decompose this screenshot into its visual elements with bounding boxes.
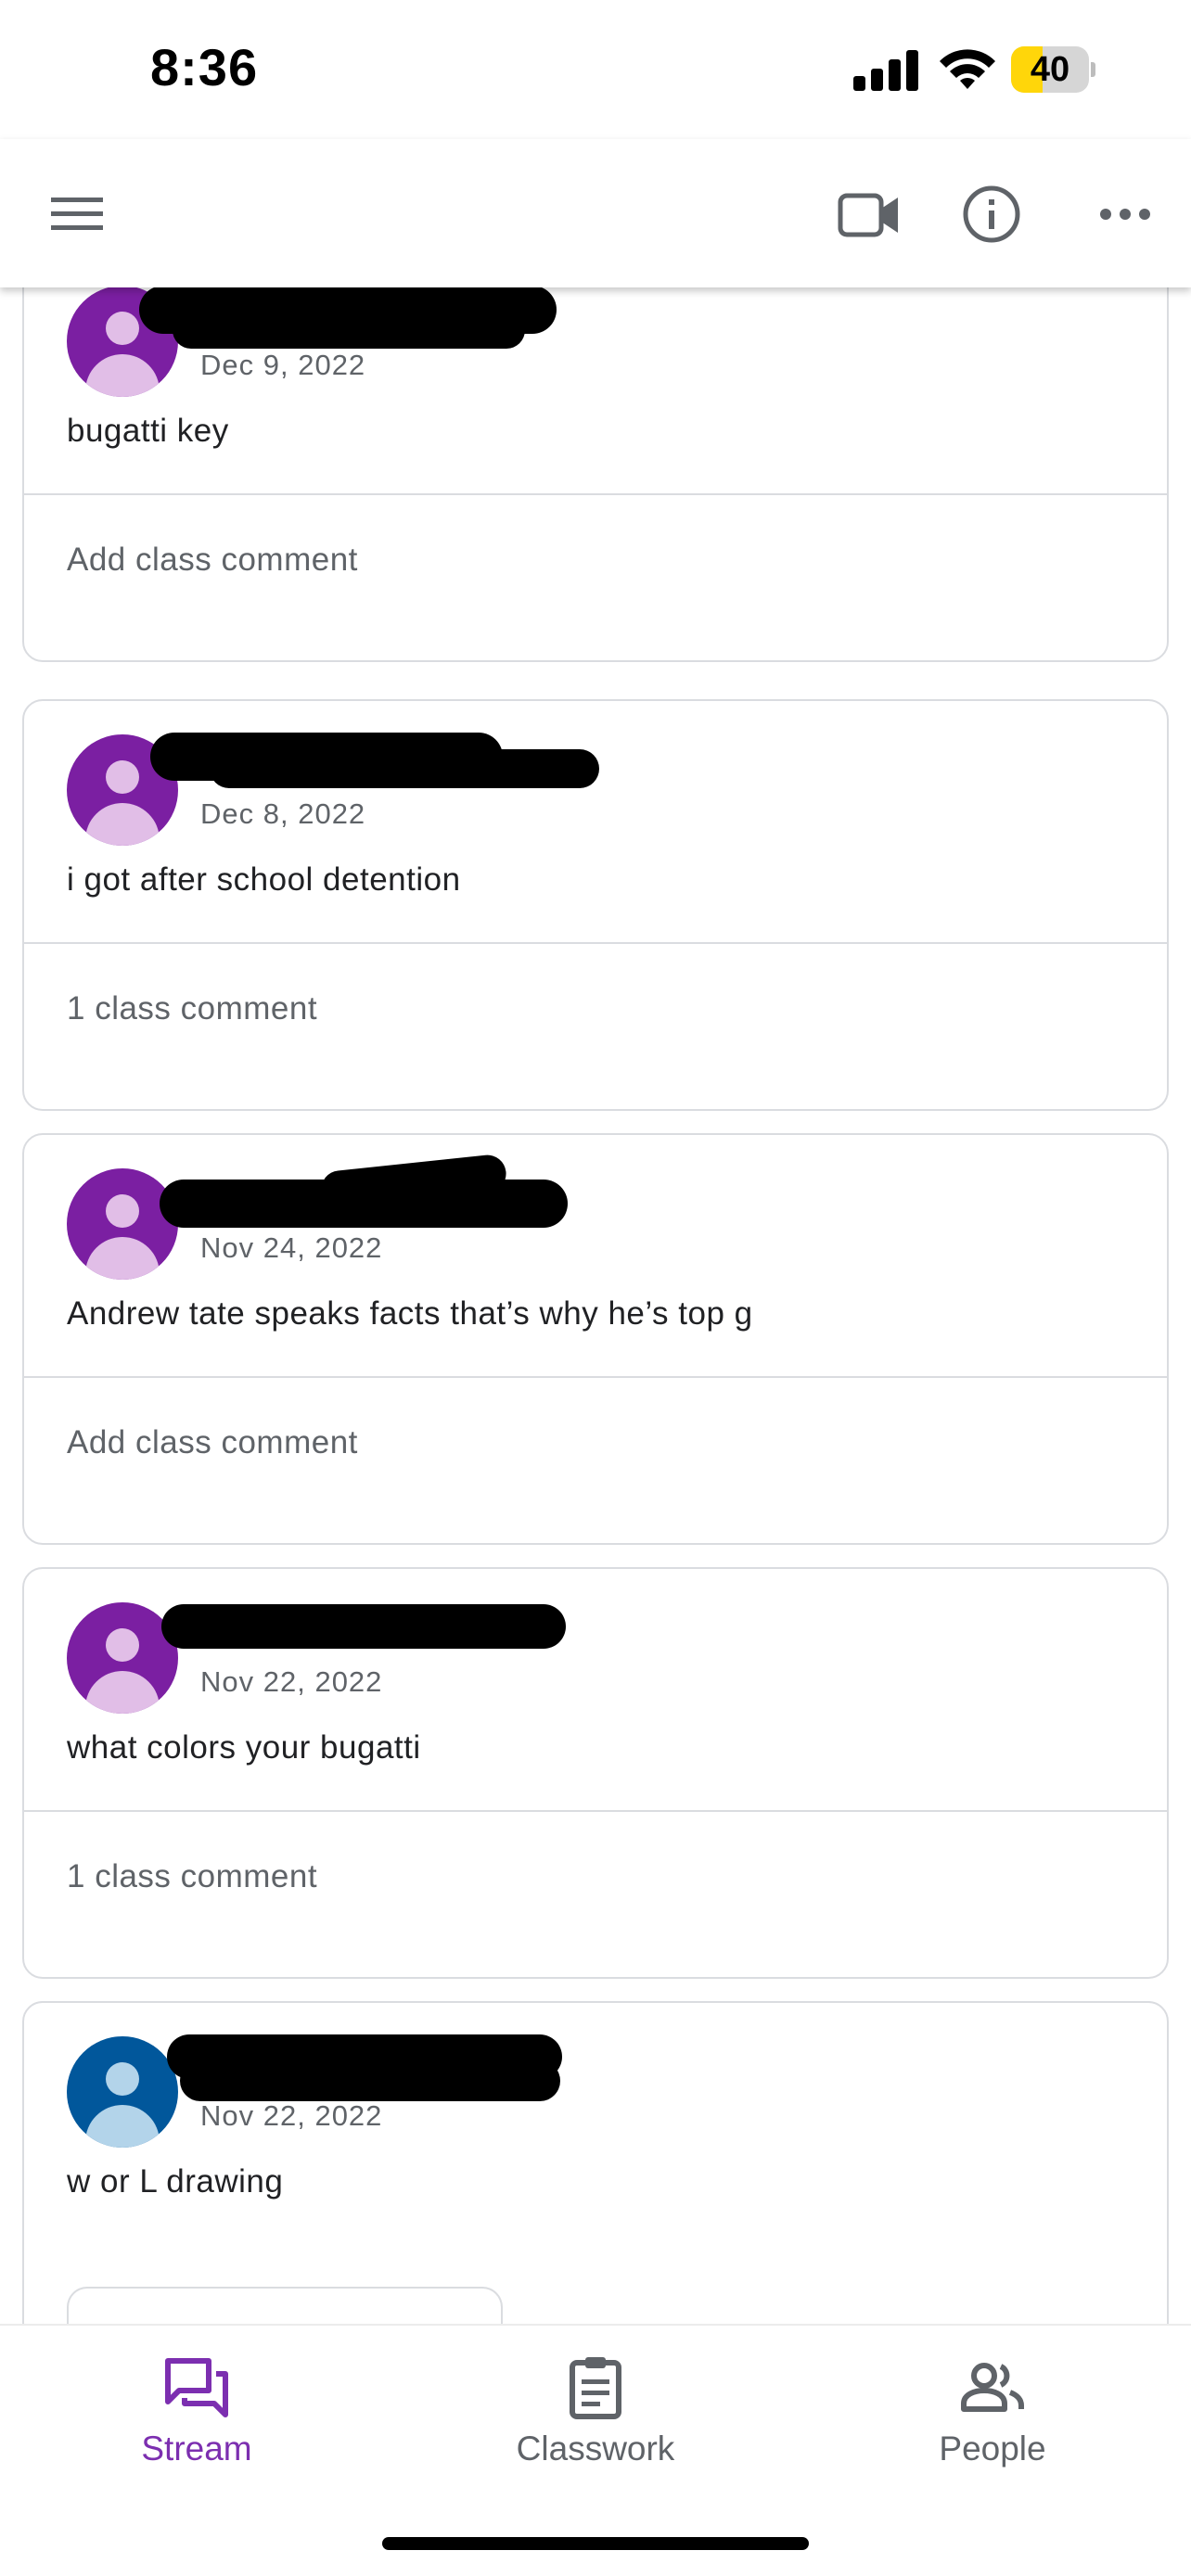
class-comments-link[interactable]: 1 class comment [24,942,1167,1074]
avatar[interactable] [67,1602,178,1714]
post-text: i got after school detention [67,861,461,898]
avatar[interactable] [67,2036,178,2148]
post-text: bugatti key [67,413,229,449]
stream-post[interactable]: Nov 22, 2022 what colors your bugatti 1 … [22,1567,1169,1979]
redaction-mark [210,749,599,788]
post-date: Nov 22, 2022 [200,2099,383,2132]
more-horizontal-icon[interactable] [1091,180,1159,249]
tab-classwork-label: Classwork [516,2429,675,2468]
video-camera-icon[interactable] [835,180,903,249]
post-date: Nov 24, 2022 [200,1231,383,1264]
redaction-mark [173,312,525,349]
class-comments-link[interactable]: 1 class comment [24,1810,1167,1942]
avatar[interactable] [67,1168,178,1280]
add-class-comment-button[interactable]: Add class comment [24,1376,1167,1508]
cellular-signal-icon [853,48,920,91]
attachment-card[interactable] [67,2287,503,2326]
clipboard-icon [570,2357,621,2419]
people-icon [961,2363,1024,2412]
stream-icon [165,2358,228,2417]
post-text: what colors your bugatti [67,1729,421,1766]
post-date: Dec 9, 2022 [200,349,366,381]
tab-people[interactable]: People [853,2353,1132,2468]
post-date: Dec 8, 2022 [200,797,366,830]
stream-post[interactable]: Nov 24, 2022 Andrew tate speaks facts th… [22,1133,1169,1545]
stream-post[interactable]: Nov 22, 2022 w or L drawing [22,2001,1169,2326]
tab-people-label: People [939,2429,1046,2468]
info-icon[interactable] [957,180,1026,249]
post-date: Nov 22, 2022 [200,1665,383,1698]
redaction-mark [180,2060,560,2101]
post-text: Andrew tate speaks facts that’s why he’s… [67,1295,753,1332]
tab-stream[interactable]: Stream [58,2353,336,2468]
tab-classwork[interactable]: Classwork [456,2353,735,2468]
battery-icon: 40 [1011,46,1095,93]
wifi-icon [940,49,995,89]
tab-stream-label: Stream [141,2429,252,2468]
status-time: 8:36 [150,38,259,96]
redacted-author-name [161,1604,566,1649]
stream-post[interactable]: Dec 9, 2022 bugatti key Add class commen… [22,287,1169,662]
battery-level: 40 [1030,50,1070,89]
status-bar: 8:36 40 [0,0,1191,139]
menu-icon[interactable] [46,184,108,245]
stream-post[interactable]: Dec 8, 2022 i got after school detention… [22,699,1169,1111]
top-app-bar [0,139,1191,287]
stream-feed[interactable]: Dec 9, 2022 bugatti key Add class commen… [0,287,1191,2326]
post-text: w or L drawing [67,2163,284,2200]
add-class-comment-button[interactable]: Add class comment [24,493,1167,625]
home-indicator [382,2537,809,2550]
